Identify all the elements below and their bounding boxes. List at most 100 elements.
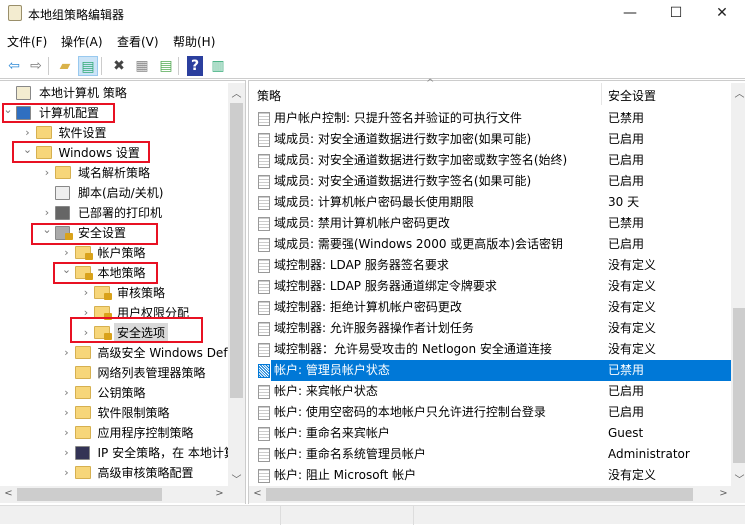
- maximize-button[interactable]: ☐: [653, 0, 699, 28]
- highlight-box: [12, 141, 150, 163]
- tree-item[interactable]: › 帐户策略: [0, 243, 228, 263]
- help-icon[interactable]: ?: [187, 56, 203, 76]
- scroll-left-icon[interactable]: <: [249, 488, 266, 499]
- sort-ascending-icon: ^: [426, 78, 435, 89]
- column-header-setting[interactable]: 安全设置: [608, 87, 656, 104]
- close-button[interactable]: ✕: [699, 0, 745, 28]
- column-header-policy[interactable]: 策略: [257, 87, 281, 104]
- table-row[interactable]: 帐户: 重命名来宾帐户 Guest: [249, 423, 731, 444]
- scroll-up-icon[interactable]: ︿: [228, 85, 245, 100]
- chevron-right-icon[interactable]: ›: [61, 383, 73, 403]
- tree-item[interactable]: › 高级安全 Windows Defender 防火墙: [0, 343, 228, 363]
- scroll-down-icon[interactable]: ﹀: [731, 471, 745, 486]
- table-row[interactable]: 域成员: 需要强(Windows 2000 或更高版本)会话密钥 已启用: [249, 234, 731, 255]
- lock-icon: [104, 293, 112, 300]
- table-row[interactable]: 域控制器: 允许服务器操作者计划任务 没有定义: [249, 318, 731, 339]
- scroll-left-icon[interactable]: <: [0, 488, 17, 499]
- tree-item[interactable]: 本地计算机 策略: [0, 83, 228, 103]
- tree-vertical-scrollbar[interactable]: ︿ ﹀: [228, 83, 245, 486]
- table-row[interactable]: 域成员: 对安全通道数据进行数字加密(如果可能) 已启用: [249, 129, 731, 150]
- tree-item-label: 应用程序控制策略: [97, 426, 194, 440]
- table-row[interactable]: 帐户: 重命名系统管理员帐户 Administrator: [249, 444, 731, 465]
- tree-item-label: 高级审核策略配置: [97, 466, 194, 480]
- folder-icon: [74, 366, 91, 379]
- policy-icon: [258, 280, 270, 294]
- table-row[interactable]: 域成员: 禁用计算机帐户密码更改 已禁用: [249, 213, 731, 234]
- policy-setting: 已禁用: [608, 216, 645, 230]
- chevron-right-icon[interactable]: ›: [61, 343, 73, 363]
- menu-view[interactable]: 查看(V): [117, 33, 159, 50]
- policy-setting: 已启用: [608, 405, 645, 419]
- export-list-icon[interactable]: ▤: [156, 56, 176, 76]
- tree-item-label: 已部署的打印机: [78, 206, 163, 220]
- tree-item[interactable]: 网络列表管理器策略: [0, 363, 228, 383]
- table-row[interactable]: 域控制器: LDAP 服务器签名要求 没有定义: [249, 255, 731, 276]
- show-hide-tree-icon[interactable]: ▤: [78, 56, 98, 76]
- tree-item[interactable]: › 高级审核策略配置: [0, 463, 228, 483]
- tree-horizontal-scrollbar[interactable]: < >: [0, 486, 245, 503]
- minimize-button[interactable]: —: [607, 0, 653, 28]
- up-folder-icon[interactable]: ▰: [55, 56, 75, 76]
- table-row[interactable]: 域成员: 对安全通道数据进行数字签名(如果可能) 已启用: [249, 171, 731, 192]
- table-row[interactable]: 域控制器：允许易受攻击的 Netlogon 安全通道连接 没有定义: [249, 339, 731, 360]
- list-horizontal-scrollbar[interactable]: < >: [249, 486, 745, 503]
- tree-item[interactable]: › IP 安全策略，在 本地计算机: [0, 443, 228, 463]
- policy-icon: [258, 259, 270, 273]
- tree-item[interactable]: 脚本(启动/关机): [0, 183, 228, 203]
- scrollbar-thumb[interactable]: [733, 308, 745, 463]
- scroll-down-icon[interactable]: ﹀: [228, 471, 245, 486]
- policy-icon: [258, 469, 270, 483]
- status-divider: [413, 506, 414, 525]
- chevron-right-icon[interactable]: ›: [80, 283, 92, 303]
- tree-item[interactable]: › 公钥策略: [0, 383, 228, 403]
- properties-icon[interactable]: ▦: [132, 56, 152, 76]
- chevron-right-icon[interactable]: ›: [61, 423, 73, 443]
- list-vertical-scrollbar[interactable]: ︿ ﹀: [731, 83, 745, 486]
- tree-item[interactable]: › 软件设置: [0, 123, 228, 143]
- table-row[interactable]: 域控制器: 拒绝计算机帐户密码更改 没有定义: [249, 297, 731, 318]
- scrollbar-thumb[interactable]: [17, 488, 162, 501]
- scroll-right-icon[interactable]: >: [715, 488, 732, 499]
- tree-item[interactable]: › 审核策略: [0, 283, 228, 303]
- back-icon[interactable]: ⇦: [4, 56, 24, 76]
- table-row[interactable]: 帐户: 管理员帐户状态 已禁用: [258, 360, 731, 381]
- policy-setting: 没有定义: [608, 258, 657, 272]
- policy-name: 域成员: 禁用计算机帐户密码更改: [274, 216, 450, 230]
- table-row[interactable]: 用户帐户控制: 只提升签名并验证的可执行文件 已禁用: [249, 108, 731, 129]
- scrollbar-thumb[interactable]: [230, 103, 243, 398]
- chevron-right-icon[interactable]: ›: [41, 163, 53, 183]
- table-row[interactable]: 帐户: 使用空密码的本地帐户只允许进行控制台登录 已启用: [249, 402, 731, 423]
- show-action-pane-icon[interactable]: ▥: [208, 56, 228, 76]
- tree-item[interactable]: › 应用程序控制策略: [0, 423, 228, 443]
- table-row[interactable]: 帐户: 阻止 Microsoft 帐户 没有定义: [249, 465, 731, 486]
- chevron-right-icon[interactable]: ›: [61, 463, 73, 483]
- chevron-right-icon[interactable]: ›: [61, 443, 73, 463]
- tree-item[interactable]: › 已部署的打印机: [0, 203, 228, 223]
- chevron-right-icon[interactable]: ›: [61, 403, 73, 423]
- delete-icon[interactable]: ✖: [109, 56, 129, 76]
- table-row[interactable]: 域成员: 对安全通道数据进行数字加密或数字签名(始终) 已启用: [249, 150, 731, 171]
- folder-icon: [35, 126, 52, 139]
- policy-setting: 没有定义: [608, 321, 657, 335]
- scrollbar-thumb[interactable]: [266, 488, 693, 501]
- menu-help[interactable]: 帮助(H): [173, 33, 215, 50]
- table-row[interactable]: 域成员: 计算机帐户密码最长使用期限 30 天: [249, 192, 731, 213]
- policy-setting: 已禁用: [608, 363, 645, 377]
- lock-icon: [84, 253, 93, 260]
- forward-icon[interactable]: ⇨: [26, 56, 46, 76]
- table-row[interactable]: 域控制器: LDAP 服务器通道绑定令牌要求 没有定义: [249, 276, 731, 297]
- folder-icon: [55, 166, 71, 179]
- tree-item[interactable]: › 软件限制策略: [0, 403, 228, 423]
- scroll-up-icon[interactable]: ︿: [731, 85, 745, 100]
- policy-setting: Guest: [608, 426, 644, 440]
- tree-pane: 本地计算机 策略 ⌄ 计算机配置 › 软件设置 ⌄ Windows 设置 › 域名解析策略 脚本(…: [0, 80, 246, 504]
- toolbar-separator: [48, 57, 49, 75]
- column-divider[interactable]: [601, 83, 602, 105]
- table-row[interactable]: 帐户: 来宾帐户状态 已启用: [249, 381, 731, 402]
- tree-item-label: 审核策略: [117, 286, 166, 300]
- tree-item[interactable]: › 域名解析策略: [0, 163, 228, 183]
- menu-action[interactable]: 操作(A): [61, 33, 103, 50]
- scroll-right-icon[interactable]: >: [211, 488, 228, 499]
- policy-name: 域控制器：允许易受攻击的 Netlogon 安全通道连接: [274, 342, 552, 356]
- menu-file[interactable]: 文件(F): [7, 33, 47, 50]
